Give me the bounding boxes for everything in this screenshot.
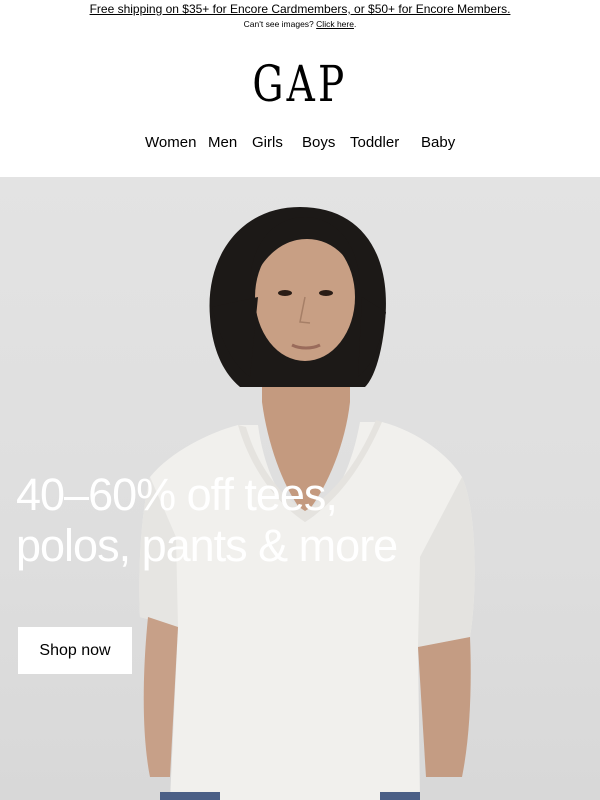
nav-item-women[interactable]: Women <box>145 134 196 151</box>
headline-line-2: polos, pants & more <box>16 520 398 571</box>
nav-item-men[interactable]: Men <box>208 134 237 151</box>
hero-headline: 40–60% off tees, polos, pants & more <box>16 469 398 571</box>
headline-line-1: 40–60% off tees, <box>16 469 338 520</box>
nav-item-girls[interactable]: Girls <box>252 134 283 151</box>
nav-item-baby[interactable]: Baby <box>421 134 455 151</box>
cant-see-images-line: Can't see images? Click here. <box>0 19 600 29</box>
free-shipping-promo-link[interactable]: Free shipping on $35+ for Encore Cardmem… <box>90 2 511 16</box>
email-header: Free shipping on $35+ for Encore Cardmem… <box>0 0 600 29</box>
logo-text: GAP <box>252 55 348 113</box>
nav-item-boys[interactable]: Boys <box>302 134 335 151</box>
gap-logo[interactable]: GAP <box>0 55 600 113</box>
period: . <box>353 19 357 29</box>
click-here-link[interactable]: Click here <box>316 19 354 29</box>
cant-see-images-text: Can't see images? <box>243 19 314 29</box>
category-nav: Women Men Girls Boys Toddler Baby <box>0 134 600 156</box>
shop-now-button[interactable]: Shop now <box>18 627 132 674</box>
hero-banner[interactable]: 40–60% off tees, polos, pants & more Sho… <box>0 177 600 800</box>
nav-item-toddler[interactable]: Toddler <box>350 134 399 151</box>
